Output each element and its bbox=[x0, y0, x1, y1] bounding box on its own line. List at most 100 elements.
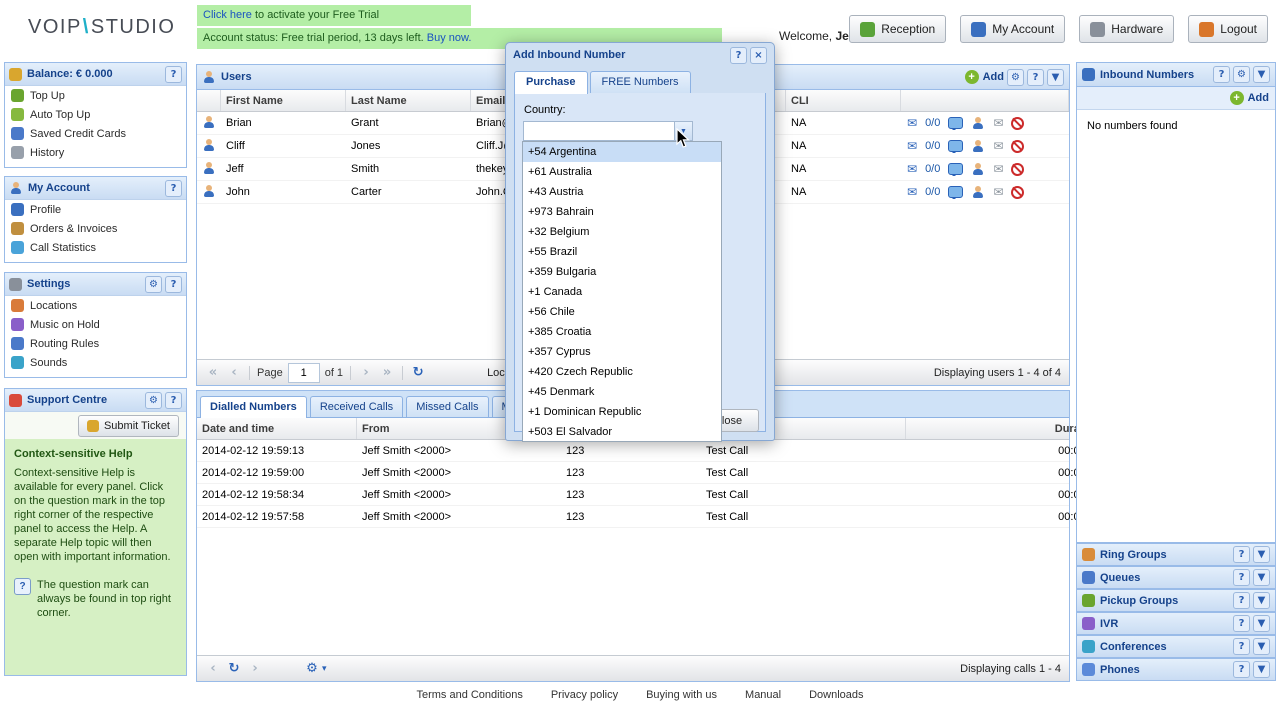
footer-link[interactable]: Downloads bbox=[809, 689, 863, 701]
collapsed-panel[interactable]: Ring Groups ? ▼ bbox=[1076, 543, 1276, 566]
gear-icon[interactable]: ⚙ bbox=[145, 391, 162, 409]
country-option[interactable]: +55 Brazil bbox=[523, 242, 721, 262]
footer-link[interactable]: Buying with us bbox=[646, 689, 717, 701]
chat-icon[interactable] bbox=[948, 117, 964, 130]
last-name-column-header[interactable]: Last Name bbox=[346, 90, 471, 111]
expand-icon[interactable]: ▼ bbox=[1253, 661, 1270, 678]
user-status-icon[interactable] bbox=[971, 139, 985, 153]
country-option[interactable]: +973 Bahrain bbox=[523, 202, 721, 222]
country-option[interactable]: +54 Argentina bbox=[523, 142, 721, 162]
expand-icon[interactable]: ▼ bbox=[1253, 638, 1270, 655]
email-icon[interactable]: ✉ bbox=[993, 163, 1003, 175]
next-page-icon[interactable]: › bbox=[247, 661, 263, 677]
calls-tab[interactable]: Dialled Numbers bbox=[200, 396, 307, 418]
export-tools-button[interactable]: ⚙ ▾ bbox=[304, 661, 326, 677]
sidebar-item[interactable]: Top Up bbox=[5, 86, 186, 105]
collapsed-panel[interactable]: Pickup Groups ? ▼ bbox=[1076, 589, 1276, 612]
expand-icon[interactable]: ▼ bbox=[1253, 592, 1270, 609]
email-icon[interactable]: ✉ bbox=[993, 117, 1003, 129]
next-page-icon[interactable]: › bbox=[358, 365, 374, 381]
expand-icon[interactable]: ▼ bbox=[1253, 546, 1270, 563]
header-button[interactable]: My Account bbox=[960, 15, 1066, 43]
user-status-icon[interactable] bbox=[971, 162, 985, 176]
country-option[interactable]: +32 Belgium bbox=[523, 222, 721, 242]
country-option[interactable]: +43 Austria bbox=[523, 182, 721, 202]
submit-ticket-button[interactable]: Submit Ticket bbox=[77, 415, 179, 437]
header-button[interactable]: Hardware bbox=[1079, 15, 1175, 43]
buy-now-link[interactable]: Buy now. bbox=[427, 32, 472, 44]
refresh-icon[interactable]: ↻ bbox=[410, 365, 426, 381]
country-option[interactable]: +357 Cyprus bbox=[523, 342, 721, 362]
prev-page-icon[interactable]: ‹ bbox=[205, 661, 221, 677]
country-option[interactable]: +503 El Salvador bbox=[523, 422, 721, 441]
sidebar-item[interactable]: Sounds bbox=[5, 353, 186, 372]
add-user-button[interactable]: + Add bbox=[964, 70, 1004, 84]
voicemail-icon[interactable]: ✉ bbox=[907, 163, 917, 175]
gear-icon[interactable]: ⚙ bbox=[1007, 68, 1024, 86]
call-row[interactable]: 2014-02-12 19:58:34 Jeff Smith <2000> 12… bbox=[197, 484, 1256, 506]
dialog-tab[interactable]: Purchase bbox=[514, 71, 588, 94]
sidebar-item[interactable]: Profile bbox=[5, 200, 186, 219]
footer-link[interactable]: Manual bbox=[745, 689, 781, 701]
help-icon[interactable]: ? bbox=[1233, 615, 1250, 632]
user-status-icon[interactable] bbox=[971, 185, 985, 199]
sidebar-item[interactable]: Routing Rules bbox=[5, 334, 186, 353]
dropdown-trigger[interactable]: ▼ bbox=[674, 121, 693, 141]
block-icon[interactable] bbox=[1011, 162, 1025, 176]
country-option[interactable]: +359 Bulgaria bbox=[523, 262, 721, 282]
chat-icon[interactable] bbox=[948, 186, 964, 199]
help-icon[interactable]: ? bbox=[1233, 546, 1250, 563]
help-icon[interactable]: ? bbox=[165, 65, 182, 83]
voicemail-icon[interactable]: ✉ bbox=[907, 186, 917, 198]
country-option[interactable]: +56 Chile bbox=[523, 302, 721, 322]
header-button[interactable]: Reception bbox=[849, 15, 947, 43]
expand-icon[interactable]: ▼ bbox=[1253, 569, 1270, 586]
first-page-icon[interactable]: « bbox=[205, 365, 221, 381]
activate-trial-link[interactable]: Click here bbox=[203, 9, 252, 21]
call-row[interactable]: 2014-02-12 19:57:58 Jeff Smith <2000> 12… bbox=[197, 506, 1256, 528]
email-icon[interactable]: ✉ bbox=[993, 140, 1003, 152]
help-icon[interactable]: ? bbox=[165, 179, 182, 197]
footer-link[interactable]: Privacy policy bbox=[551, 689, 618, 701]
sidebar-item[interactable]: Music on Hold bbox=[5, 315, 186, 334]
help-icon[interactable]: ? bbox=[165, 275, 182, 293]
collapsed-panel[interactable]: Phones ? ▼ bbox=[1076, 658, 1276, 681]
voicemail-icon[interactable]: ✉ bbox=[907, 140, 917, 152]
collapse-icon[interactable]: ▼ bbox=[1047, 68, 1064, 86]
country-option[interactable]: +1 Dominican Republic bbox=[523, 402, 721, 422]
block-icon[interactable] bbox=[1011, 116, 1025, 130]
sidebar-item[interactable]: Auto Top Up bbox=[5, 105, 186, 124]
dialog-header[interactable]: Add Inbound Number ? × bbox=[506, 43, 774, 67]
page-number-input[interactable] bbox=[287, 362, 320, 383]
chat-icon[interactable] bbox=[948, 163, 964, 176]
header-button[interactable]: Logout bbox=[1188, 15, 1268, 43]
dialog-close-icon[interactable]: × bbox=[750, 46, 767, 64]
country-option[interactable]: +420 Czech Republic bbox=[523, 362, 721, 382]
refresh-icon[interactable]: ↻ bbox=[226, 661, 242, 677]
help-icon[interactable]: ? bbox=[1233, 661, 1250, 678]
country-option[interactable]: +61 Australia bbox=[523, 162, 721, 182]
gear-icon[interactable]: ⚙ bbox=[145, 275, 162, 293]
sidebar-item[interactable]: Locations bbox=[5, 296, 186, 315]
help-icon[interactable]: ? bbox=[1213, 66, 1230, 83]
sidebar-item[interactable]: Saved Credit Cards bbox=[5, 124, 186, 143]
sidebar-item[interactable]: Call Statistics bbox=[5, 238, 186, 257]
call-row[interactable]: 2014-02-12 19:59:13 Jeff Smith <2000> 12… bbox=[197, 440, 1256, 462]
help-icon[interactable]: ? bbox=[1233, 592, 1250, 609]
help-icon[interactable]: ? bbox=[1233, 569, 1250, 586]
sidebar-item[interactable]: Orders & Invoices bbox=[5, 219, 186, 238]
dialog-tab[interactable]: FREE Numbers bbox=[589, 71, 691, 93]
footer-link[interactable]: Terms and Conditions bbox=[416, 689, 522, 701]
calls-tab[interactable]: Received Calls bbox=[309, 396, 404, 417]
expand-icon[interactable]: ▼ bbox=[1253, 615, 1270, 632]
gear-icon[interactable]: ⚙ bbox=[1233, 66, 1250, 83]
calls-tab[interactable]: Missed Calls bbox=[406, 396, 489, 417]
block-icon[interactable] bbox=[1011, 139, 1025, 153]
collapsed-panel[interactable]: Queues ? ▼ bbox=[1076, 566, 1276, 589]
help-icon[interactable]: ? bbox=[1027, 68, 1044, 86]
help-icon[interactable]: ? bbox=[165, 391, 182, 409]
country-option[interactable]: +45 Denmark bbox=[523, 382, 721, 402]
cli-column-header[interactable]: CLI bbox=[786, 90, 901, 111]
country-option[interactable]: +385 Croatia bbox=[523, 322, 721, 342]
dialog-help-icon[interactable]: ? bbox=[730, 46, 747, 64]
